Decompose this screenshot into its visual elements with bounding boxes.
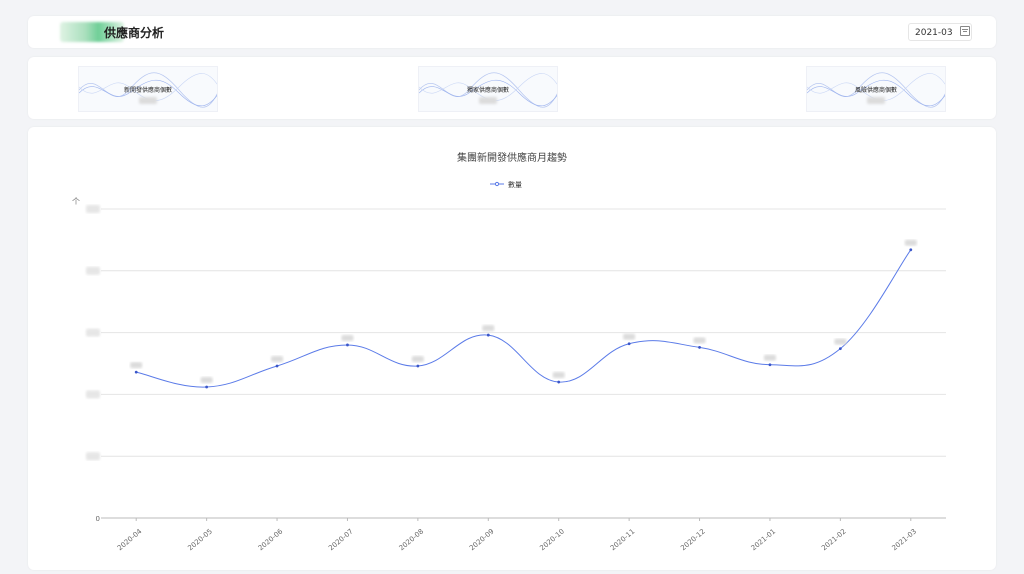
x-tick-label: 2020-11 <box>609 527 637 552</box>
data-label-blurred <box>552 372 565 379</box>
kpi-card-new-suppliers[interactable]: 新開發供應商個數 <box>78 66 218 112</box>
x-tick-label: 2021-02 <box>820 527 848 552</box>
y-tick-label-blurred <box>86 328 100 337</box>
data-label-blurred <box>411 355 424 362</box>
data-point <box>909 248 913 252</box>
legend-marker-icon <box>494 181 500 187</box>
data-label-blurred <box>200 376 213 383</box>
kpi-value <box>479 97 497 104</box>
data-point <box>416 364 420 368</box>
page-title: 供應商分析 <box>104 26 165 40</box>
y-tick-label-blurred <box>86 390 100 399</box>
page-header: 供應商分析 2021-03 <box>28 16 996 48</box>
data-point <box>557 380 561 384</box>
data-label-blurred <box>341 334 354 341</box>
chart-panel: 集團新開發供應商月趨勢 0 个數量 2020-04 2020-05 2020-06 202… <box>28 127 996 570</box>
x-tick-label: 2021-01 <box>750 527 778 552</box>
data-point <box>627 342 631 346</box>
data-label-blurred <box>904 239 917 246</box>
kpi-panel: 新開發供應商個數 獨家供應商個數 風險供應商個數 <box>28 57 996 119</box>
data-point <box>698 346 701 349</box>
x-tick-label: 2020-09 <box>468 527 496 552</box>
data-label-blurred <box>482 325 495 332</box>
data-point <box>346 343 349 347</box>
data-label-blurred <box>763 354 776 361</box>
data-label-blurred <box>834 338 847 345</box>
kpi-label: 風險供應商個數 <box>854 87 897 94</box>
x-tick-label: 2020-06 <box>257 527 285 552</box>
line-chart: 0 个 數量 2020-04 2020-05 2020-06 2020-07 2020-08 2… <box>72 180 946 552</box>
calendar-icon[interactable] <box>960 26 970 36</box>
data-point <box>275 364 279 368</box>
x-tick-label: 2020-10 <box>538 527 566 552</box>
data-point <box>768 363 772 367</box>
x-tick-label: 2020-08 <box>398 527 426 552</box>
kpi-card-exclusive-suppliers[interactable]: 獨家供應商個數 <box>418 66 558 112</box>
x-tick-label: 2020-07 <box>327 527 355 552</box>
data-label-blurred <box>623 333 636 340</box>
data-label-blurred <box>271 355 284 362</box>
y-axis-unit: 个 <box>72 197 80 206</box>
data-point <box>134 370 138 374</box>
x-tick-label: 2020-04 <box>116 527 144 552</box>
kpi-label: 新開發供應商個數 <box>123 87 172 94</box>
kpi-value <box>867 97 885 104</box>
x-tick-label: 2020-12 <box>679 527 707 552</box>
data-label-blurred <box>130 362 143 369</box>
x-tick-label: 2021-03 <box>891 527 919 552</box>
data-point <box>486 333 490 337</box>
y-tick-label-blurred <box>86 266 100 275</box>
legend-label: 數量 <box>508 180 522 189</box>
kpi-value <box>139 97 157 104</box>
y-tick-label-blurred <box>86 452 100 461</box>
x-tick-label: 2020-05 <box>186 527 214 552</box>
data-label-blurred <box>693 337 706 344</box>
data-point <box>205 385 209 389</box>
data-point <box>838 347 842 351</box>
kpi-card-risk-suppliers[interactable]: 風險供應商個數 <box>806 66 946 112</box>
y-tick-label: 0 <box>96 515 100 523</box>
y-tick-label-blurred <box>86 205 100 213</box>
kpi-label: 獨家供應商個數 <box>466 87 509 94</box>
